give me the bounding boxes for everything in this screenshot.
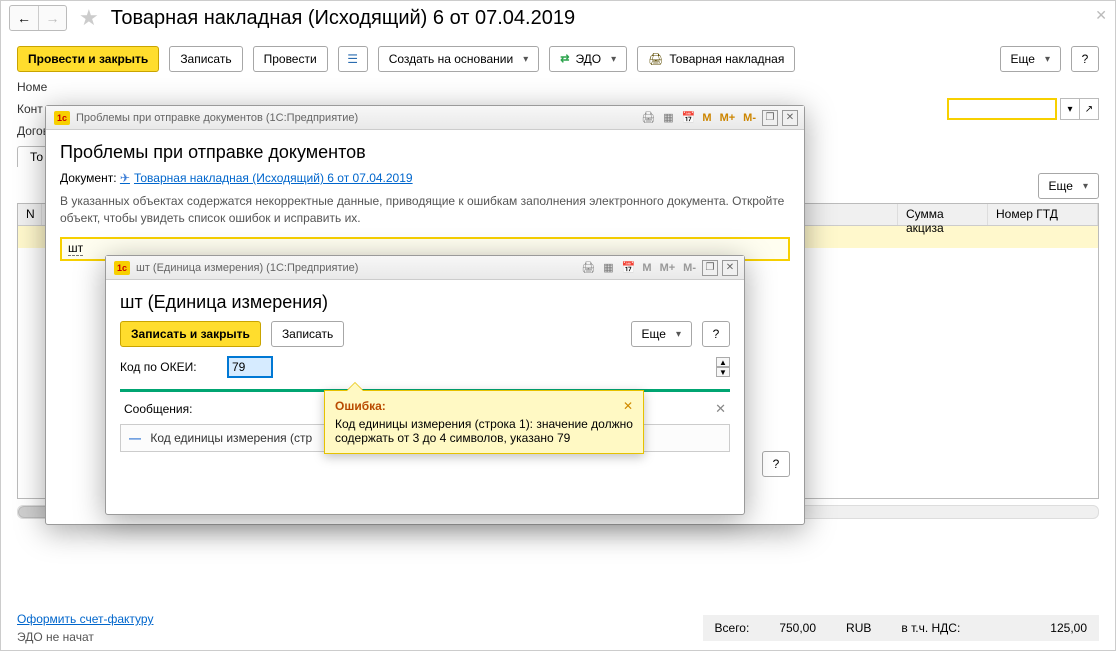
problems-help-button[interactable]: ? bbox=[762, 451, 790, 477]
totals-box: Всего: 750,00 RUB в т.ч. НДС: 125,00 bbox=[703, 615, 1099, 641]
logo-1c-icon: 1c bbox=[54, 111, 70, 125]
messages-label: Сообщения: bbox=[124, 402, 192, 416]
help-button[interactable]: ? bbox=[1071, 46, 1099, 72]
unit-help-button[interactable]: ? bbox=[702, 321, 730, 347]
maximize-icon[interactable]: ❐ bbox=[762, 110, 778, 126]
main-toolbar: Провести и закрыть Записать Провести ☰ С… bbox=[1, 36, 1115, 78]
tooltip-title: Ошибка: bbox=[335, 399, 386, 413]
document-link[interactable]: Товарная накладная (Исходящий) 6 от 07.0… bbox=[120, 171, 413, 185]
spinner-down-icon[interactable]: ▼ bbox=[716, 367, 730, 377]
problems-dialog-caption: Проблемы при отправке документов (1С:Пре… bbox=[76, 112, 358, 124]
problems-title: Проблемы при отправке документов bbox=[60, 142, 790, 163]
unit-save-close-button[interactable]: Записать и закрыть bbox=[120, 321, 261, 347]
print-icon[interactable] bbox=[580, 260, 596, 276]
calendar-icon[interactable] bbox=[680, 110, 696, 126]
m-minus-icon[interactable]: M- bbox=[741, 112, 758, 124]
create-invoice-link[interactable]: Оформить счет-фактуру bbox=[17, 612, 153, 626]
post-and-close-button[interactable]: Провести и закрыть bbox=[17, 46, 159, 72]
vat-label: в т.ч. НДС: bbox=[901, 621, 960, 635]
unit-write-button[interactable]: Записать bbox=[271, 321, 344, 347]
error-tooltip: Ошибка: ✕ Код единицы измерения (строка … bbox=[324, 390, 644, 454]
nav-back-button[interactable]: ← bbox=[10, 6, 38, 30]
edo-button[interactable]: ⇄ЭДО bbox=[549, 46, 627, 72]
okei-label: Код по ОКЕИ: bbox=[120, 360, 220, 374]
post-button[interactable]: Провести bbox=[253, 46, 328, 72]
unit-link[interactable]: шт bbox=[68, 241, 83, 256]
print-torg-button[interactable]: Товарная накладная bbox=[637, 46, 795, 72]
close-dialog-icon[interactable]: ✕ bbox=[782, 110, 798, 126]
table-more-button[interactable]: Еще bbox=[1038, 173, 1099, 199]
okei-input[interactable] bbox=[228, 357, 272, 377]
unit-more-button[interactable]: Еще bbox=[631, 321, 692, 347]
col-n: N bbox=[18, 204, 42, 225]
problems-dialog-header[interactable]: 1c Проблемы при отправке документов (1С:… bbox=[46, 106, 804, 130]
footer: Оформить счет-фактуру ЭДО не начат Всего… bbox=[1, 606, 1115, 650]
total-label: Всего: bbox=[715, 621, 750, 635]
spinner-up-icon[interactable]: ▲ bbox=[716, 357, 730, 367]
write-button[interactable]: Записать bbox=[169, 46, 242, 72]
m-minus-icon[interactable]: M- bbox=[681, 262, 698, 274]
m-plus-icon[interactable]: M+ bbox=[658, 262, 678, 274]
edo-status-text: ЭДО не начат bbox=[17, 630, 153, 644]
logo-1c-icon: 1c bbox=[114, 261, 130, 275]
number-label: Номе bbox=[17, 80, 77, 94]
field-select-icon[interactable]: ↗ bbox=[1079, 98, 1099, 120]
structure-button[interactable]: ☰ bbox=[338, 46, 368, 72]
close-icon[interactable]: ✕ bbox=[1095, 7, 1107, 24]
app-window: ← → ★ Товарная накладная (Исходящий) 6 о… bbox=[0, 0, 1116, 651]
grid-icon[interactable] bbox=[600, 260, 616, 276]
m-icon[interactable]: M bbox=[640, 262, 653, 274]
col-sum-akciz: Сумма акциза bbox=[898, 204, 988, 225]
unit-title: шт (Единица измерения) bbox=[120, 292, 730, 313]
problems-info-text: В указанных объектах содержатся некоррек… bbox=[60, 193, 790, 227]
tooltip-close-icon[interactable]: ✕ bbox=[623, 399, 633, 413]
nav-forward-button[interactable]: → bbox=[38, 6, 66, 30]
favorite-star-icon[interactable]: ★ bbox=[73, 5, 105, 31]
close-dialog-icon[interactable]: ✕ bbox=[722, 260, 738, 276]
more-button[interactable]: Еще bbox=[1000, 46, 1061, 72]
m-plus-icon[interactable]: M+ bbox=[718, 112, 738, 124]
create-based-button[interactable]: Создать на основании bbox=[378, 46, 540, 72]
unit-dialog: 1c шт (Единица измерения) (1С:Предприяти… bbox=[105, 255, 745, 515]
unit-dialog-header[interactable]: 1c шт (Единица измерения) (1С:Предприяти… bbox=[106, 256, 744, 280]
topbar: ← → ★ Товарная накладная (Исходящий) 6 о… bbox=[1, 1, 1115, 36]
kontr-field[interactable] bbox=[947, 98, 1057, 120]
print-icon[interactable] bbox=[640, 110, 656, 126]
maximize-icon[interactable]: ❐ bbox=[702, 260, 718, 276]
message-bullet-icon: — bbox=[129, 431, 147, 445]
okei-spinner[interactable]: ▲▼ bbox=[716, 357, 730, 377]
vat-value: 125,00 bbox=[1050, 621, 1087, 635]
messages-close-icon[interactable]: ✕ bbox=[715, 401, 726, 417]
total-value: 750,00 bbox=[779, 621, 816, 635]
unit-dialog-caption: шт (Единица измерения) (1С:Предприятие) bbox=[136, 262, 358, 274]
nav-arrows: ← → bbox=[9, 5, 67, 31]
page-title: Товарная накладная (Исходящий) 6 от 07.0… bbox=[111, 7, 575, 30]
tooltip-text: Код единицы измерения (строка 1): значен… bbox=[335, 417, 633, 445]
currency-label: RUB bbox=[846, 621, 871, 635]
col-gtd: Номер ГТД bbox=[988, 204, 1098, 225]
calendar-icon[interactable] bbox=[620, 260, 636, 276]
field-open-icon[interactable]: ▾ bbox=[1060, 98, 1080, 120]
grid-icon[interactable] bbox=[660, 110, 676, 126]
form-row-number: Номе bbox=[1, 78, 1115, 96]
m-icon[interactable]: M bbox=[700, 112, 713, 124]
message-text: Код единицы измерения (стр bbox=[150, 431, 312, 445]
document-line: Документ: Товарная накладная (Исходящий)… bbox=[60, 171, 790, 185]
